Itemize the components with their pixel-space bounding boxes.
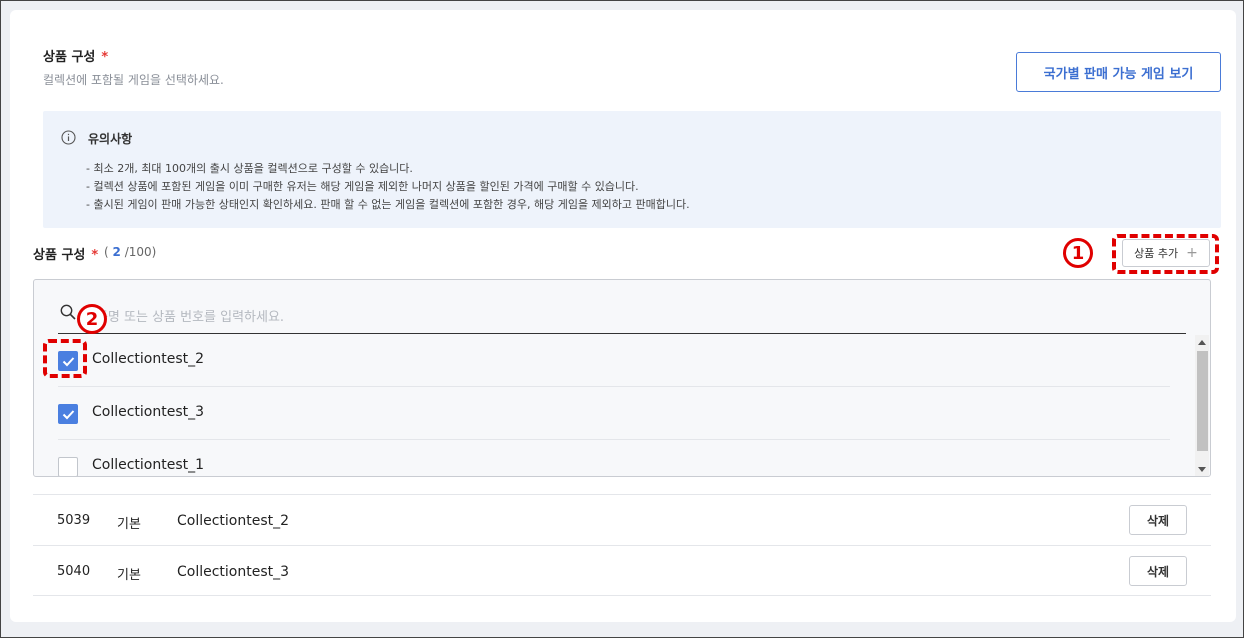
count-open: (: [104, 245, 109, 259]
option-label: Collectiontest_2: [92, 351, 205, 367]
scroll-down-icon[interactable]: [1198, 467, 1206, 472]
product-name: Collectiontest_3: [177, 564, 290, 580]
option-item[interactable]: Collectiontest_1: [58, 441, 1170, 476]
notice-item: - 최소 2개, 최대 100개의 출시 상품을 컬렉션으로 구성할 수 있습니…: [86, 162, 413, 175]
marker-1: 1: [1063, 238, 1093, 268]
marker-2: 2: [77, 304, 107, 334]
notice-item: - 출시된 게임이 판매 가능한 상태인지 확인하세요. 판매 할 수 없는 게…: [86, 198, 690, 211]
product-search-input[interactable]: [84, 302, 1184, 332]
option-item[interactable]: Collectiontest_2: [58, 335, 1170, 387]
search-icon: [60, 304, 76, 320]
option-label: Collectiontest_1: [92, 457, 205, 473]
product-name: Collectiontest_2: [177, 513, 290, 529]
delete-button[interactable]: 삭제: [1129, 556, 1187, 586]
checkbox-checked[interactable]: [58, 404, 78, 424]
product-id: 5039: [57, 513, 91, 528]
composition-count: ( 2 /100): [104, 245, 156, 259]
product-type: 기본: [117, 568, 141, 583]
composition-title: 상품 구성 *: [33, 244, 98, 263]
product-search-dropdown: Collectiontest_2 Collectiontest_3 Collec…: [33, 279, 1211, 477]
view-country-games-button[interactable]: 국가별 판매 가능 게임 보기: [1016, 52, 1221, 92]
table-row: 5039 기본 Collectiontest_2 삭제: [33, 494, 1211, 545]
notice-item: - 컬렉션 상품에 포함된 게임을 이미 구매한 유저는 해당 게임을 제외한 …: [86, 180, 639, 193]
required-mark: *: [101, 50, 109, 65]
option-item[interactable]: Collectiontest_3: [58, 388, 1170, 440]
notice-title: 유의사항: [88, 132, 133, 146]
delete-button[interactable]: 삭제: [1129, 505, 1187, 535]
highlight-add-button: [1112, 234, 1219, 274]
product-type: 기본: [117, 517, 141, 532]
product-id: 5040: [57, 564, 91, 579]
composition-title-text: 상품 구성: [33, 248, 86, 263]
table-row: 5040 기본 Collectiontest_3 삭제: [33, 545, 1211, 596]
required-mark: *: [91, 248, 99, 263]
section-title: 상품 구성 *: [43, 46, 108, 65]
highlight-checkbox: [43, 339, 87, 378]
notice-list: - 최소 2개, 최대 100개의 출시 상품을 컬렉션으로 구성할 수 있습니…: [86, 160, 690, 214]
count-current: 2: [112, 245, 121, 259]
section-title-text: 상품 구성: [43, 50, 96, 65]
count-max: /100): [124, 245, 157, 259]
notice-box: 유의사항 - 최소 2개, 최대 100개의 출시 상품을 컬렉션으로 구성할 …: [43, 111, 1221, 228]
check-icon: [62, 410, 75, 420]
dropdown-scrollbar[interactable]: [1195, 335, 1209, 476]
scroll-up-icon[interactable]: [1198, 340, 1206, 345]
section-description: 컬렉션에 포함될 게임을 선택하세요.: [43, 73, 224, 87]
search-row: [58, 302, 1186, 334]
info-icon: [61, 130, 76, 145]
option-label: Collectiontest_3: [92, 404, 205, 420]
scroll-thumb[interactable]: [1197, 351, 1208, 451]
checkbox-unchecked[interactable]: [58, 457, 78, 476]
